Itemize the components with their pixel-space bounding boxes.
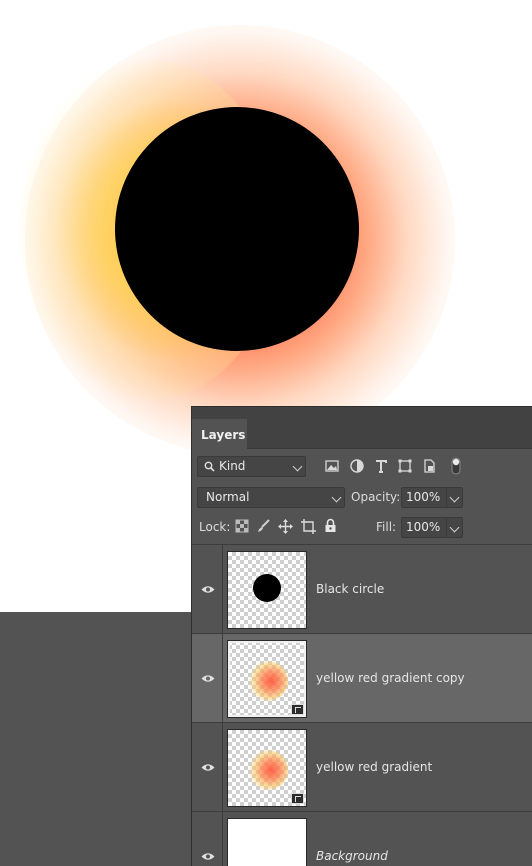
smart-object-icon <box>291 704 304 715</box>
fill-value: 100% <box>406 520 441 534</box>
opacity-value: 100% <box>406 490 441 504</box>
layer-thumbnail <box>227 551 307 629</box>
layer-thumbnail <box>227 729 307 807</box>
blend-row: Normal Opacity: 100% <box>192 486 532 510</box>
black-circle-shape <box>115 107 359 351</box>
eye-icon[interactable] <box>201 674 215 683</box>
lock-transparent-icon[interactable] <box>235 519 249 533</box>
layer-row[interactable]: Background <box>192 811 532 866</box>
panel-tab-bar: Layers <box>192 407 532 449</box>
layer-row[interactable]: yellow red gradient copy <box>192 633 532 723</box>
blend-mode-value: Normal <box>206 490 250 504</box>
eye-icon[interactable] <box>201 852 215 861</box>
filter-row: Kind <box>192 456 532 478</box>
kind-filter-select[interactable]: Kind <box>197 456 306 477</box>
chevron-down-icon[interactable] <box>449 522 460 533</box>
kind-filter-label: Kind <box>219 459 246 473</box>
layer-name[interactable]: Black circle <box>316 582 384 596</box>
image-filter-icon[interactable] <box>324 458 340 474</box>
shape-filter-icon[interactable] <box>397 458 413 474</box>
visibility-toggle[interactable] <box>192 634 223 723</box>
opacity-field[interactable]: 100% <box>401 487 463 508</box>
lock-all-icon[interactable] <box>324 518 337 533</box>
lock-label: Lock: <box>199 520 231 534</box>
layers-panel: Layers Kind Normal Opacity: 100% Lock: F… <box>191 406 532 866</box>
gradient-thumbnail <box>248 750 288 790</box>
chevron-down-icon <box>331 492 342 503</box>
opacity-divider <box>446 488 447 507</box>
fill-divider <box>446 518 447 537</box>
layer-name[interactable]: yellow red gradient <box>316 760 432 774</box>
layer-thumbnail <box>227 640 307 718</box>
tab-layers[interactable]: Layers <box>192 419 247 449</box>
smart-object-icon <box>291 793 304 804</box>
visibility-toggle[interactable] <box>192 723 223 812</box>
opacity-label: Opacity: <box>351 490 401 504</box>
layer-row[interactable]: Black circle <box>192 544 532 634</box>
layer-name[interactable]: Background <box>316 849 388 863</box>
adjustment-filter-icon[interactable] <box>349 458 365 474</box>
fill-field[interactable]: 100% <box>401 517 463 538</box>
black-dot-thumbnail <box>253 574 281 602</box>
layer-row[interactable]: yellow red gradient <box>192 722 532 812</box>
search-icon <box>204 461 215 472</box>
lock-artboard-icon[interactable] <box>301 519 316 534</box>
smart-object-filter-icon[interactable] <box>421 458 437 474</box>
type-filter-icon[interactable] <box>373 458 389 474</box>
layer-name[interactable]: yellow red gradient copy <box>316 671 465 685</box>
eye-icon[interactable] <box>201 585 215 594</box>
eye-icon[interactable] <box>201 763 215 772</box>
blend-mode-select[interactable]: Normal <box>197 487 345 508</box>
filter-toggle-icon[interactable] <box>451 457 461 475</box>
visibility-toggle[interactable] <box>192 812 223 866</box>
layer-thumbnail <box>227 818 307 866</box>
chevron-down-icon[interactable] <box>449 492 460 503</box>
fill-label: Fill: <box>376 520 397 534</box>
lock-row: Lock: Fill: 100% <box>192 516 532 540</box>
lock-paint-icon[interactable] <box>257 519 271 533</box>
chevron-down-icon <box>292 461 303 472</box>
gradient-thumbnail <box>248 661 288 701</box>
lock-move-icon[interactable] <box>278 519 293 534</box>
visibility-toggle[interactable] <box>192 545 223 634</box>
